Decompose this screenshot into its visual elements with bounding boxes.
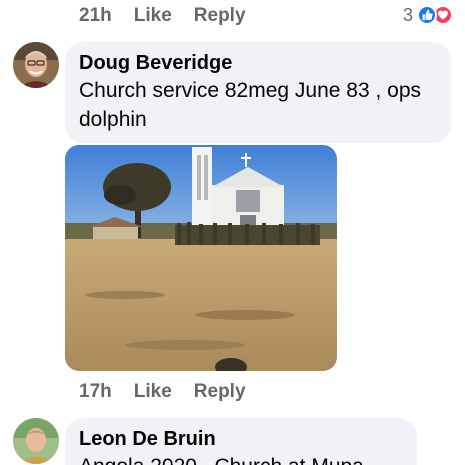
previous-comment-actions: 21h Like Reply	[79, 1, 246, 31]
avatar[interactable]	[13, 418, 59, 464]
comment-bubble: Leon De Bruin Angola 2020 , Church at Mu…	[65, 418, 417, 465]
comment-actions: 17h Like Reply	[79, 377, 246, 407]
comment-timestamp[interactable]: 17h	[79, 381, 112, 403]
comment-text: Church service 82meg June 83 , ops dolph…	[79, 79, 422, 131]
reaction-count: 3	[402, 4, 413, 25]
reply-button[interactable]: Reply	[194, 5, 246, 27]
reaction-icons	[417, 5, 453, 25]
like-button[interactable]: Like	[134, 5, 172, 27]
comment-text: Angola 2020 , Church at Mupa	[79, 452, 403, 465]
comment-author[interactable]: Doug Beveridge	[79, 50, 437, 76]
like-icon	[417, 5, 437, 25]
avatar[interactable]	[13, 42, 59, 88]
like-button[interactable]: Like	[134, 381, 172, 403]
comment-author[interactable]: Leon De Bruin	[79, 426, 403, 452]
comment-thread: 21h Like Reply 3 Doug Beveridge Church s…	[0, 0, 465, 465]
comment-bubble: Doug Beveridge Church service 82meg June…	[65, 42, 451, 143]
comment-photo[interactable]	[65, 145, 337, 371]
reaction-summary[interactable]: 3	[403, 3, 453, 27]
reply-button[interactable]: Reply	[194, 381, 246, 403]
comment-timestamp[interactable]: 21h	[79, 5, 112, 27]
